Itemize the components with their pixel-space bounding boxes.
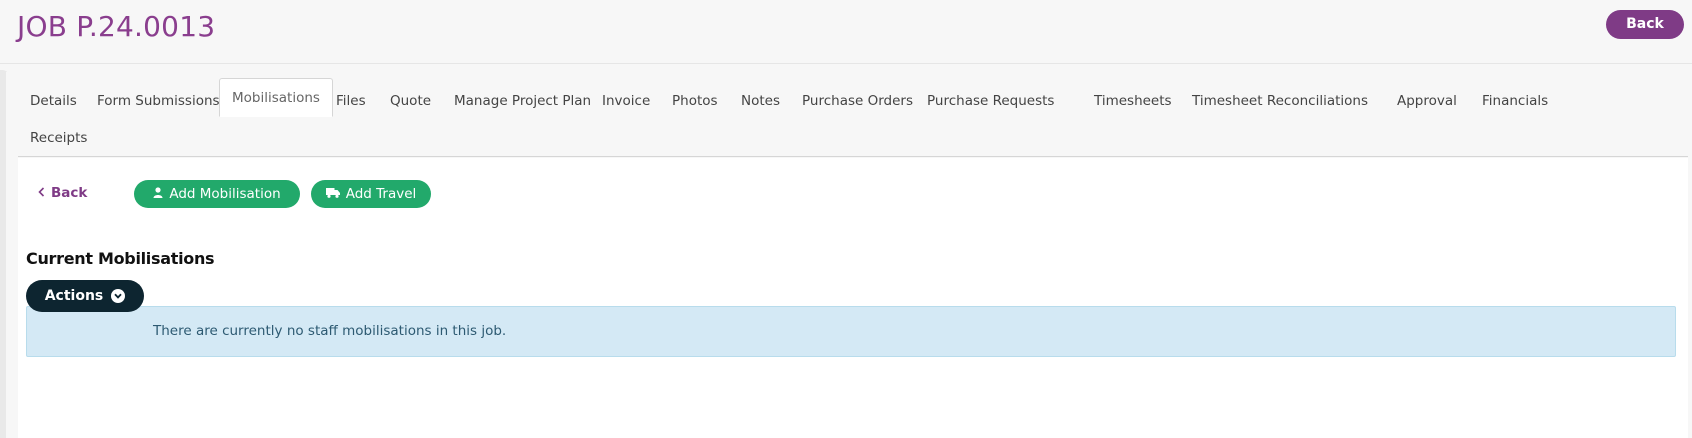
tab-files[interactable]: Files [324,82,378,120]
tab-purchase-orders[interactable]: Purchase Orders [790,82,925,120]
empty-mobilisations-alert: There are currently no staff mobilisatio… [26,306,1676,357]
back-link-label: Back [51,185,88,201]
tab-details[interactable]: Details [18,82,89,120]
tab-form-submissions[interactable]: Form Submissions [85,82,232,120]
tab-timesheets[interactable]: Timesheets [1082,82,1184,120]
tab-purchase-requests[interactable]: Purchase Requests [915,82,1066,120]
tab-timesheet-reconciliations[interactable]: Timesheet Reconciliations [1180,82,1380,120]
page-title: JOB P.24.0013 [17,10,216,43]
chevron-down-icon [111,289,126,303]
tab-bar: Details Form Submissions Mobilisations F… [18,78,1688,157]
tab-invoice[interactable]: Invoice [590,82,662,120]
tab-mobilisations[interactable]: Mobilisations [219,78,333,117]
add-mobilisation-label: Add Mobilisation [169,186,281,202]
page-header: JOB P.24.0013 Back [0,0,1692,64]
empty-message: There are currently no staff mobilisatio… [153,323,507,339]
chevron-left-icon [38,185,45,201]
section-title: Current Mobilisations [26,249,215,268]
header-back-button[interactable]: Back [1606,10,1684,39]
tab-financials[interactable]: Financials [1470,82,1560,120]
user-icon [153,186,163,202]
tab-receipts[interactable]: Receipts [18,119,99,157]
back-link[interactable]: Back [38,185,87,201]
tab-manage-project-plan[interactable]: Manage Project Plan [442,82,603,120]
add-mobilisation-button[interactable]: Add Mobilisation [134,180,300,208]
add-travel-label: Add Travel [345,186,417,202]
tab-approval[interactable]: Approval [1385,82,1469,120]
tab-photos[interactable]: Photos [660,82,730,120]
job-panel: Details Form Submissions Mobilisations F… [6,72,1688,438]
actions-label: Actions [44,288,104,304]
truck-icon [325,186,340,202]
mobilisations-content: Back Add Mobilisation Add Travel Current… [18,158,1688,438]
add-travel-button[interactable]: Add Travel [311,180,431,208]
actions-dropdown-button[interactable]: Actions [26,280,144,312]
tab-notes[interactable]: Notes [729,82,792,120]
tab-quote[interactable]: Quote [378,82,443,120]
